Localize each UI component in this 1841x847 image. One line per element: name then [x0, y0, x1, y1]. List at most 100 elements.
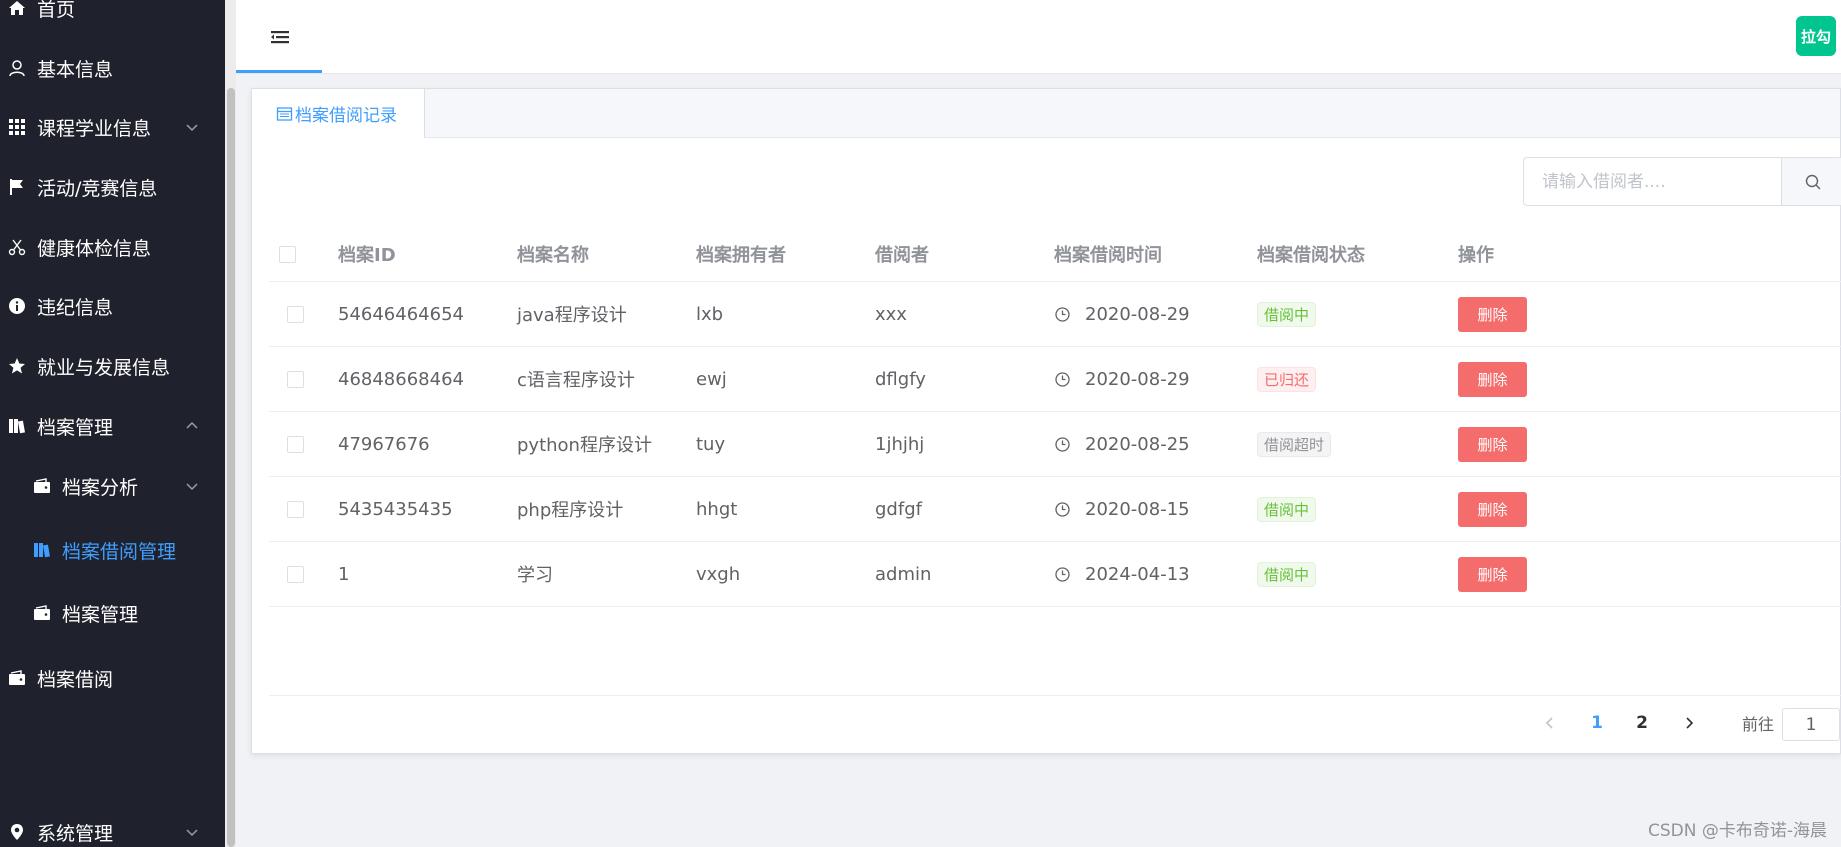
location-icon [7, 822, 27, 842]
star-icon [7, 356, 27, 376]
sidebar-item-label: 档案分析 [62, 476, 139, 499]
chevron-right-icon [1686, 717, 1694, 729]
sidebar-item-label: 就业与发展信息 [37, 356, 171, 379]
chevron-down-icon [186, 483, 198, 491]
sidebar-item-label: 档案管理 [37, 416, 114, 439]
menu-fold-icon[interactable] [268, 27, 292, 47]
chevron-down-icon [186, 124, 198, 132]
sidebar-item-archive-analysis[interactable]: 档案分析 [0, 456, 225, 516]
search-button[interactable] [1781, 158, 1841, 205]
wallet-icon [7, 668, 27, 688]
archive-id: 5435435435 [338, 498, 453, 520]
header-active-indicator [236, 70, 322, 73]
top-header: 拉勾 [236, 0, 1841, 74]
chevron-down-icon [186, 829, 198, 837]
info-icon [7, 296, 27, 316]
borrow-time: 2020-08-15 [1085, 498, 1190, 520]
sidebar-item-discipline[interactable]: 违纪信息 [0, 276, 225, 336]
pagination-goto-label: 前往 [1741, 715, 1774, 734]
archive-icon [7, 416, 27, 436]
clock-icon [1055, 371, 1070, 387]
tab-borrow-records[interactable]: 档案借阅记录 [252, 89, 425, 138]
row-checkbox[interactable] [287, 565, 304, 583]
pagination: 1 2 前往 [252, 701, 1840, 745]
delete-button[interactable]: 删除 [1458, 556, 1527, 592]
delete-button[interactable]: 删除 [1458, 426, 1527, 462]
borrow-time-cell: 2020-08-29 [1054, 282, 1190, 346]
archive-id: 54646464654 [338, 303, 464, 325]
sidebar-item-label: 档案管理 [62, 603, 139, 626]
sidebar-item-health[interactable]: 健康体检信息 [0, 217, 225, 277]
tab-label: 档案借阅记录 [295, 106, 397, 126]
table-row: 54646464654 java程序设计 lxb xxx 2020-08-29 … [269, 282, 1841, 347]
status-badge: 借阅超时 [1257, 431, 1332, 457]
column-header[interactable]: 借阅者 [875, 227, 929, 281]
sidebar-item-course[interactable]: 课程学业信息 [0, 97, 225, 157]
grid-icon [7, 117, 27, 137]
home-icon [7, 0, 27, 18]
row-checkbox[interactable] [287, 435, 304, 453]
borrow-time-cell: 2020-08-29 [1054, 347, 1190, 411]
status-badge: 借阅中 [1257, 301, 1317, 327]
row-checkbox[interactable] [287, 305, 304, 323]
borrower: gdfgf [875, 498, 922, 520]
archive-name: c语言程序设计 [517, 370, 635, 391]
borrower: 1jhjhj [875, 433, 925, 455]
sidebar-item-basic-info[interactable]: 基本信息 [0, 38, 225, 98]
sidebar-item-archive-mgmt[interactable]: 档案管理 [0, 396, 225, 456]
sidebar-item-label: 档案借阅管理 [62, 540, 177, 563]
sidebar-item-archive-borrow[interactable]: 档案借阅 [0, 648, 225, 708]
borrow-time: 2024-04-13 [1085, 563, 1190, 585]
delete-button[interactable]: 删除 [1458, 296, 1527, 332]
row-checkbox[interactable] [287, 370, 304, 388]
sidebar-item-career[interactable]: 就业与发展信息 [0, 336, 225, 396]
pagination-page-2[interactable]: 2 [1627, 701, 1657, 745]
sidebar-item-archive-mgmt-sub[interactable]: 档案管理 [0, 583, 225, 643]
archive-icon [32, 540, 52, 560]
search-input[interactable] [1524, 158, 1780, 205]
borrower: xxx [875, 303, 907, 325]
sidebar-item-label: 首页 [37, 0, 76, 21]
pagination-page-1[interactable]: 1 [1582, 701, 1612, 745]
borrower: dflgfy [875, 368, 926, 390]
sidebar-item-home[interactable]: 首页 [0, 0, 225, 38]
search-box [1523, 157, 1841, 206]
pagination-goto-input[interactable] [1782, 708, 1840, 741]
flag-icon [7, 177, 27, 197]
column-header[interactable]: 操作 [1458, 227, 1494, 281]
archive-name: java程序设计 [517, 305, 627, 326]
sidebar-scrollbar-thumb[interactable] [227, 88, 235, 847]
table-row: 46848668464 c语言程序设计 ewj dflgfy 2020-08-2… [269, 347, 1841, 412]
column-header[interactable]: 档案拥有者 [696, 227, 786, 281]
archive-owner: hhgt [696, 498, 738, 520]
archive-owner: tuy [696, 433, 726, 455]
archive-id: 46848668464 [338, 368, 464, 390]
column-header[interactable]: 档案借阅时间 [1054, 227, 1162, 281]
sidebar-item-label: 违纪信息 [37, 296, 114, 319]
borrow-time: 2020-08-25 [1085, 433, 1190, 455]
column-header[interactable]: 档案借阅状态 [1257, 227, 1365, 281]
archive-id: 1 [338, 563, 350, 585]
wallet-icon [32, 603, 52, 623]
column-header[interactable]: 档案名称 [517, 227, 589, 281]
content-card: 档案借阅记录 档案ID 档案名称 档案拥有者 借阅者 档案借阅时间 档案借阅状态… [251, 88, 1841, 754]
sidebar-item-borrow-mgmt[interactable]: 档案借阅管理 [0, 520, 225, 580]
select-all-checkbox[interactable] [279, 245, 296, 263]
borrow-time-cell: 2024-04-13 [1054, 542, 1190, 606]
sidebar-item-system[interactable]: 系统管理 [0, 802, 225, 847]
archive-name: python程序设计 [517, 435, 652, 456]
borrow-time: 2020-08-29 [1085, 303, 1190, 325]
column-header[interactable]: 档案ID [338, 227, 396, 281]
clock-icon [1055, 566, 1070, 582]
delete-button[interactable]: 删除 [1458, 491, 1527, 527]
delete-button[interactable]: 删除 [1458, 361, 1527, 397]
borrower: admin [875, 563, 932, 585]
table-header-row: 档案ID 档案名称 档案拥有者 借阅者 档案借阅时间 档案借阅状态 操作 [269, 227, 1841, 282]
borrow-time: 2020-08-29 [1085, 368, 1190, 390]
sidebar-item-activity[interactable]: 活动/竞赛信息 [0, 157, 225, 217]
row-checkbox[interactable] [287, 500, 304, 518]
pagination-prev-button[interactable] [1535, 701, 1565, 745]
clock-icon [1055, 436, 1070, 452]
pagination-next-button[interactable] [1674, 701, 1704, 745]
avatar[interactable]: 拉勾 [1796, 16, 1836, 56]
